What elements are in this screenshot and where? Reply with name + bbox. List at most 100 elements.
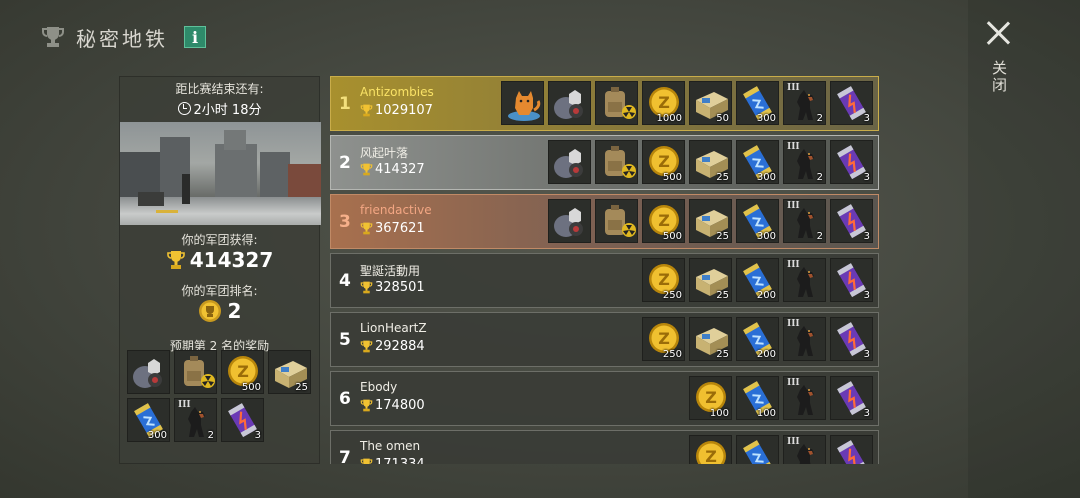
reward-item[interactable]: III 2 bbox=[783, 140, 826, 184]
trophy-icon bbox=[360, 340, 373, 353]
reward-item[interactable] bbox=[595, 81, 638, 125]
reward-item[interactable]: 25 bbox=[689, 258, 732, 302]
player-score: 174800 bbox=[360, 398, 425, 413]
info-button[interactable]: i bbox=[184, 26, 206, 48]
reward-item[interactable]: III bbox=[783, 258, 826, 302]
reward-item[interactable]: 3 bbox=[830, 199, 873, 243]
leaderboard-row[interactable]: 4 聖誕活動用 328501 Z 250 25 200 III 3 bbox=[330, 253, 879, 308]
reward-quantity: 50 bbox=[716, 113, 729, 124]
reward-item[interactable]: III bbox=[783, 317, 826, 361]
reward-item[interactable] bbox=[548, 81, 591, 125]
reward-item[interactable]: 300 bbox=[736, 81, 779, 125]
reward-item[interactable]: 50 bbox=[689, 81, 732, 125]
score-value: 171334 bbox=[375, 457, 425, 464]
reward-item[interactable]: 25 bbox=[268, 350, 311, 394]
reward-item[interactable]: Z 100 bbox=[689, 376, 732, 420]
tier-label: III bbox=[787, 83, 800, 93]
reward-item[interactable] bbox=[736, 435, 779, 464]
reward-item[interactable]: III 2 bbox=[174, 398, 217, 442]
legion-rank: 2 bbox=[120, 299, 319, 323]
reward-item[interactable]: 300 bbox=[736, 140, 779, 184]
reward-item[interactable]: 3 bbox=[830, 376, 873, 420]
reward-item[interactable]: Z bbox=[689, 435, 732, 464]
rank-number: 3 bbox=[339, 212, 351, 232]
svg-text:Z: Z bbox=[658, 329, 670, 348]
reward-item[interactable]: 300 bbox=[127, 398, 170, 442]
tier-label: III bbox=[178, 400, 191, 410]
countdown-timer: 2小时 18分 bbox=[120, 99, 319, 118]
reward-item[interactable]: III bbox=[783, 435, 826, 464]
tier-label: III bbox=[787, 319, 800, 329]
score-value: 1029107 bbox=[375, 103, 433, 118]
reward-quantity: 300 bbox=[147, 430, 167, 441]
reward-item[interactable]: 3 bbox=[830, 81, 873, 125]
reward-item[interactable]: Z 250 bbox=[642, 258, 685, 302]
reward-item[interactable]: 100 bbox=[736, 376, 779, 420]
svg-text:Z: Z bbox=[658, 152, 670, 171]
reward-quantity: 25 bbox=[716, 290, 729, 301]
reward-item[interactable] bbox=[501, 81, 544, 125]
reward-item[interactable] bbox=[548, 199, 591, 243]
reward-item[interactable] bbox=[595, 140, 638, 184]
leaderboard-row[interactable]: 2 风起叶落 414327 Z 500 25 300 III 2 3 bbox=[330, 135, 879, 190]
reward-item[interactable]: 25 bbox=[689, 140, 732, 184]
page-title: 秘密地铁 bbox=[76, 26, 168, 51]
reward-item[interactable]: 3 bbox=[830, 258, 873, 302]
reward-item[interactable] bbox=[174, 350, 217, 394]
reward-item[interactable]: 300 bbox=[736, 199, 779, 243]
player-score: 171334 bbox=[360, 457, 425, 464]
reward-quantity: 3 bbox=[863, 408, 870, 419]
reward-item[interactable]: Z 250 bbox=[642, 317, 685, 361]
close-label[interactable]: 关闭 bbox=[989, 60, 1010, 94]
leaderboard-row[interactable]: 5 LionHeartZ 292884 Z 250 25 200 III 3 bbox=[330, 312, 879, 367]
rank-badge-icon bbox=[198, 300, 221, 322]
reward-item[interactable]: Z 500 bbox=[642, 140, 685, 184]
row-rewards: Z 500 25 300 III 2 3 bbox=[548, 140, 873, 184]
leaderboard-row[interactable]: 6 Ebody 174800 Z 100 100 III 3 bbox=[330, 371, 879, 426]
reward-item[interactable] bbox=[595, 199, 638, 243]
reward-quantity: 100 bbox=[709, 408, 729, 419]
reward-item[interactable]: 3 bbox=[221, 398, 264, 442]
score-value: 367621 bbox=[375, 221, 425, 236]
reward-item[interactable]: 3 bbox=[830, 317, 873, 361]
leaderboard-list[interactable]: 1 Antizombies 1029107 Z 1000 50 300 III 2 3 2 风起叶落 4… bbox=[330, 76, 879, 464]
svg-text:Z: Z bbox=[658, 93, 670, 112]
leaderboard-row[interactable]: 7 The omen 171334 Z III bbox=[330, 430, 879, 464]
leaderboard-row[interactable]: 1 Antizombies 1029107 Z 1000 50 300 III 2 3 bbox=[330, 76, 879, 131]
legion-earned-value: 414327 bbox=[189, 248, 274, 272]
reward-item[interactable]: Z 500 bbox=[221, 350, 264, 394]
reward-item[interactable]: III 2 bbox=[783, 199, 826, 243]
reward-item[interactable]: III 2 bbox=[783, 81, 826, 125]
svg-text:Z: Z bbox=[658, 211, 670, 230]
reward-item[interactable]: Z 500 bbox=[642, 199, 685, 243]
reward-item[interactable] bbox=[127, 350, 170, 394]
close-icon[interactable] bbox=[985, 20, 1011, 46]
event-image bbox=[120, 122, 321, 225]
reward-item[interactable] bbox=[548, 140, 591, 184]
reward-item[interactable]: 25 bbox=[689, 199, 732, 243]
reward-quantity: 2 bbox=[207, 430, 214, 441]
reward-item[interactable]: 25 bbox=[689, 317, 732, 361]
reward-quantity: 500 bbox=[662, 172, 682, 183]
reward-item[interactable]: 200 bbox=[736, 317, 779, 361]
legion-rank-label: 你的军团排名: bbox=[181, 284, 258, 298]
row-rewards: Z 500 25 300 III 2 3 bbox=[548, 199, 873, 243]
clock-icon bbox=[177, 102, 191, 115]
rank-number: 5 bbox=[339, 330, 351, 350]
reward-item[interactable]: 200 bbox=[736, 258, 779, 302]
score-value: 174800 bbox=[375, 398, 425, 413]
countdown-value: 2小时 18分 bbox=[193, 103, 262, 118]
reward-quantity: 25 bbox=[295, 382, 308, 393]
reward-quantity: 2 bbox=[816, 231, 823, 242]
reward-item[interactable] bbox=[830, 435, 873, 464]
reward-item[interactable]: Z 1000 bbox=[642, 81, 685, 125]
reward-item[interactable]: 3 bbox=[830, 140, 873, 184]
reward-quantity: 3 bbox=[863, 290, 870, 301]
leaderboard-row[interactable]: 3 friendactive 367621 Z 500 25 300 III 2 3 bbox=[330, 194, 879, 249]
reward-quantity: 25 bbox=[716, 231, 729, 242]
reward-item[interactable]: III bbox=[783, 376, 826, 420]
score-value: 292884 bbox=[375, 339, 425, 354]
player-score: 367621 bbox=[360, 221, 425, 236]
trophy-icon bbox=[360, 222, 373, 235]
trophy-icon bbox=[166, 251, 185, 269]
